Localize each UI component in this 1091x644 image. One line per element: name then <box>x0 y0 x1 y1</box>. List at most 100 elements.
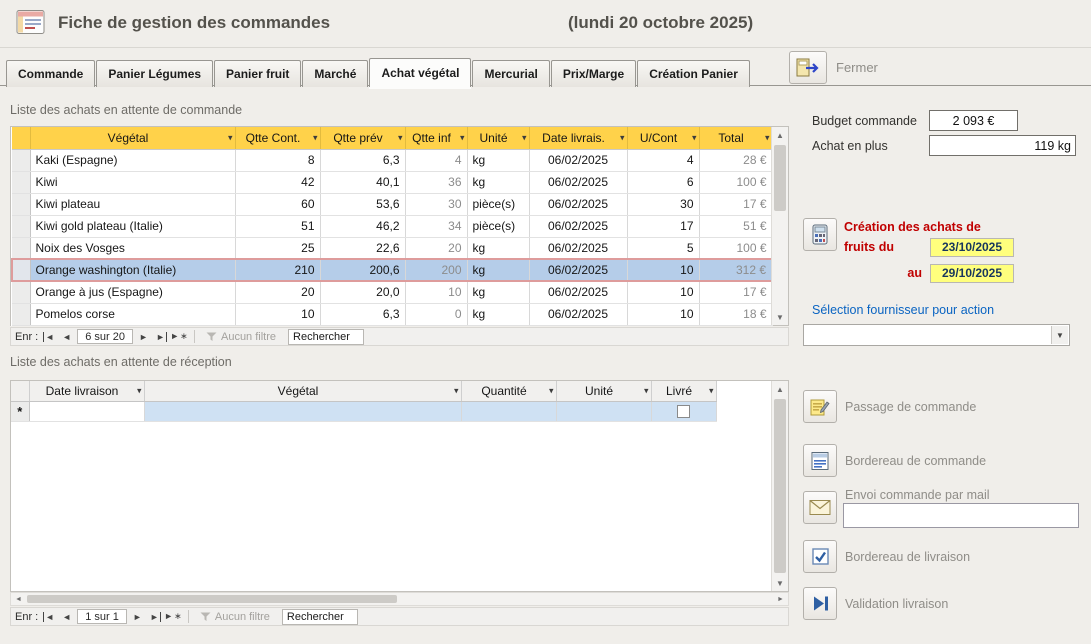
column-filter-icon[interactable] <box>644 385 649 396</box>
previous-record-button[interactable] <box>59 330 74 343</box>
tab[interactable]: Achat végétal <box>369 58 471 87</box>
record-selector[interactable] <box>12 281 30 303</box>
cell-total[interactable]: 28 € <box>699 149 772 171</box>
column-header[interactable]: Unité <box>467 127 529 149</box>
cell-livre[interactable] <box>651 401 716 421</box>
cell-date-livraison[interactable]: 06/02/2025 <box>529 149 627 171</box>
previous-record-button[interactable] <box>59 610 74 623</box>
column-filter-icon[interactable] <box>460 132 465 143</box>
cell-qtte-inf[interactable]: 36 <box>405 171 467 193</box>
column-filter-icon[interactable] <box>549 385 554 396</box>
cell-vegetal[interactable]: Pomelos corse <box>30 303 235 325</box>
scroll-left-icon[interactable] <box>11 593 26 605</box>
budget-input[interactable] <box>929 110 1018 131</box>
cell-vegetal[interactable]: Noix des Vosges <box>30 237 235 259</box>
record-selector[interactable] <box>12 193 30 215</box>
cell-vegetal[interactable]: Kiwi gold plateau (Italie) <box>30 215 235 237</box>
cell-qtte-prev[interactable]: 200,6 <box>320 259 405 281</box>
cell-qtte-inf[interactable]: 34 <box>405 215 467 237</box>
orders-row[interactable]: Kiwi 42 40,1 36 kg 06/02/2025 6 100 € <box>12 171 772 193</box>
tab[interactable]: Prix/Marge <box>551 60 636 87</box>
orders-row[interactable]: Pomelos corse 10 6,3 0 kg 06/02/2025 10 … <box>12 303 772 325</box>
new-record-selector[interactable]: * <box>11 401 29 421</box>
record-selector[interactable] <box>12 303 30 325</box>
cell-qtte-cont[interactable]: 210 <box>235 259 320 281</box>
vertical-scrollbar[interactable] <box>771 381 788 591</box>
cell-unite[interactable]: kg <box>467 171 529 193</box>
cell-ucont[interactable]: 10 <box>627 281 699 303</box>
tab[interactable]: Marché <box>302 60 368 87</box>
cell-qtte-cont[interactable]: 10 <box>235 303 320 325</box>
search-box[interactable]: Rechercher <box>288 329 364 345</box>
column-header[interactable]: Végétal <box>144 381 461 401</box>
supplier-combobox[interactable] <box>803 324 1070 346</box>
select-all-corner[interactable] <box>12 127 30 149</box>
cell-qtte-inf[interactable]: 4 <box>405 149 467 171</box>
tab[interactable]: Mercurial <box>472 60 549 87</box>
cell-qtte-prev[interactable]: 20,0 <box>320 281 405 303</box>
cell-date-livraison[interactable]: 06/02/2025 <box>529 171 627 193</box>
cell-qtte-cont[interactable]: 51 <box>235 215 320 237</box>
orders-row[interactable]: Orange washington (Italie) 210 200,6 200… <box>12 259 772 281</box>
cell-unite[interactable]: pièce(s) <box>467 193 529 215</box>
new-record-row[interactable]: * <box>11 401 716 421</box>
cell-ucont[interactable]: 5 <box>627 237 699 259</box>
tab[interactable]: Commande <box>6 60 95 87</box>
send-mail-button[interactable] <box>803 491 837 524</box>
column-header[interactable]: Qtte prév <box>320 127 405 149</box>
mail-address-input[interactable] <box>843 503 1079 528</box>
cell-qtte-inf[interactable]: 20 <box>405 237 467 259</box>
column-filter-icon[interactable] <box>398 132 403 143</box>
cell-qtte-prev[interactable]: 6,3 <box>320 149 405 171</box>
column-header[interactable]: Unité <box>556 381 651 401</box>
cell-date-livraison[interactable]: 06/02/2025 <box>529 215 627 237</box>
cell-unite[interactable]: kg <box>467 281 529 303</box>
record-selector[interactable] <box>12 259 30 281</box>
scrollbar-thumb[interactable] <box>774 399 786 573</box>
record-selector[interactable] <box>12 149 30 171</box>
cell-ucont[interactable]: 6 <box>627 171 699 193</box>
cell-qtte-inf[interactable]: 0 <box>405 303 467 325</box>
cell-ucont[interactable]: 4 <box>627 149 699 171</box>
cell-qtte-prev[interactable]: 6,3 <box>320 303 405 325</box>
cell-unite[interactable]: kg <box>467 259 529 281</box>
record-selector[interactable] <box>12 215 30 237</box>
cell-ucont[interactable]: 10 <box>627 259 699 281</box>
scroll-down-icon[interactable] <box>772 309 788 325</box>
column-header[interactable]: Qtte inf <box>405 127 467 149</box>
cell-unite[interactable]: kg <box>467 149 529 171</box>
cell-qtte-cont[interactable]: 60 <box>235 193 320 215</box>
first-record-button[interactable] <box>41 330 56 343</box>
cell-total[interactable]: 18 € <box>699 303 772 325</box>
orders-row[interactable]: Kiwi plateau 60 53,6 30 pièce(s) 06/02/2… <box>12 193 772 215</box>
last-record-button[interactable] <box>154 330 169 343</box>
column-filter-icon[interactable] <box>765 132 770 143</box>
column-header[interactable]: Date livrais. <box>529 127 627 149</box>
column-filter-icon[interactable] <box>620 132 625 143</box>
cell-unite[interactable] <box>556 401 651 421</box>
cell-qtte-inf[interactable]: 200 <box>405 259 467 281</box>
cell-date-livraison[interactable]: 06/02/2025 <box>529 259 627 281</box>
cell-qtte-cont[interactable]: 25 <box>235 237 320 259</box>
cell-qtte-inf[interactable]: 10 <box>405 281 467 303</box>
scroll-down-icon[interactable] <box>772 575 788 591</box>
cell-date-livraison[interactable]: 06/02/2025 <box>529 303 627 325</box>
cell-date-livraison[interactable] <box>29 401 144 421</box>
next-record-button[interactable] <box>136 330 151 343</box>
record-selector[interactable] <box>12 171 30 193</box>
cell-qtte-cont[interactable]: 20 <box>235 281 320 303</box>
cell-vegetal[interactable]: Kiwi <box>30 171 235 193</box>
cell-qtte-inf[interactable]: 30 <box>405 193 467 215</box>
column-header[interactable]: Quantité <box>461 381 556 401</box>
cell-unite[interactable]: kg <box>467 303 529 325</box>
vertical-scrollbar[interactable] <box>771 127 788 325</box>
cell-date-livraison[interactable]: 06/02/2025 <box>529 281 627 303</box>
orders-row[interactable]: Noix des Vosges 25 22,6 20 kg 06/02/2025… <box>12 237 772 259</box>
delivery-slip-button[interactable] <box>803 540 837 573</box>
cell-vegetal[interactable]: Kiwi plateau <box>30 193 235 215</box>
scroll-up-icon[interactable] <box>772 127 788 143</box>
cell-vegetal[interactable]: Kaki (Espagne) <box>30 149 235 171</box>
record-selector[interactable] <box>12 237 30 259</box>
cell-qtte-prev[interactable]: 46,2 <box>320 215 405 237</box>
column-header[interactable]: Total <box>699 127 772 149</box>
